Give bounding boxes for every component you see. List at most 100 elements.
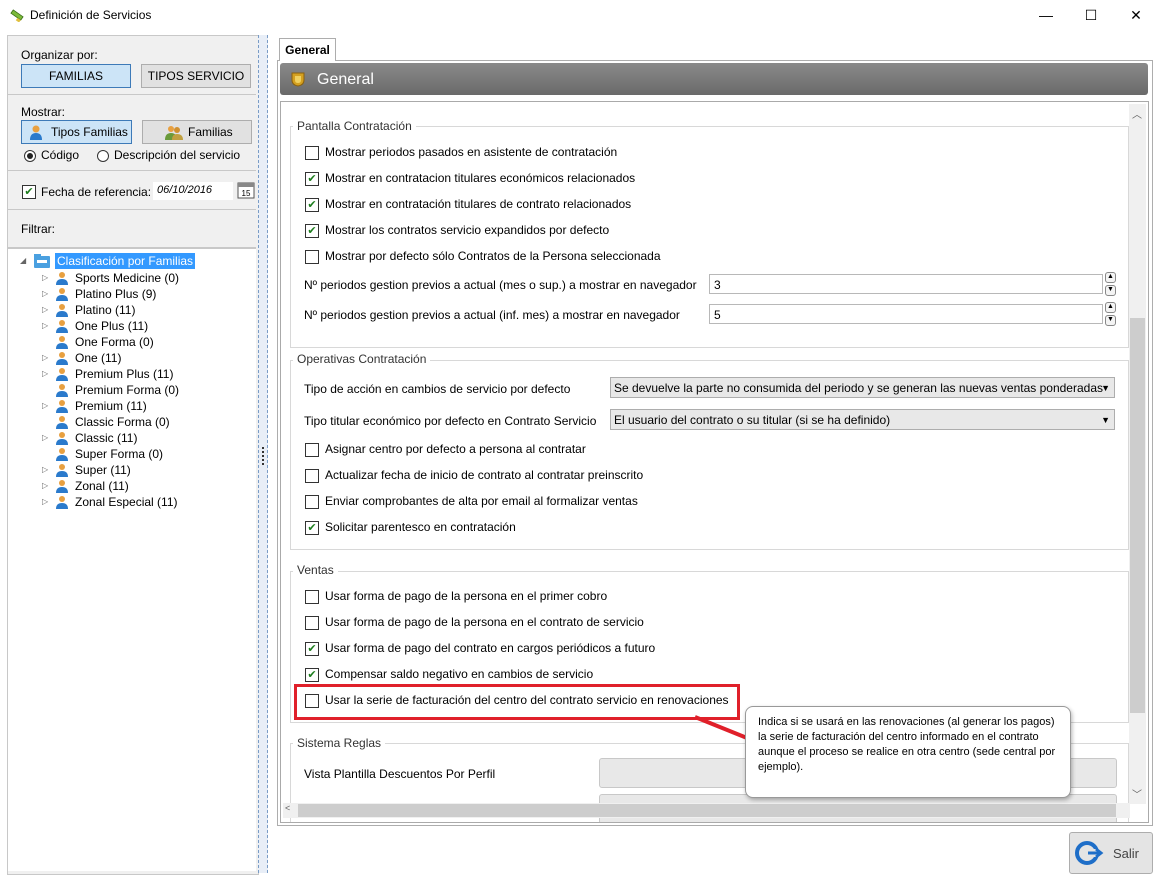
descripcion-radio[interactable] bbox=[97, 150, 109, 162]
down-arrow-icon[interactable]: ▼ bbox=[1105, 315, 1116, 326]
scroll-up-icon[interactable]: ︿ bbox=[1132, 106, 1142, 121]
horizontal-scroll-thumb[interactable] bbox=[298, 804, 1116, 817]
up-arrow-icon[interactable]: ▲ bbox=[1105, 272, 1116, 283]
tab-general[interactable]: General bbox=[279, 38, 336, 61]
np1-spinner[interactable]: ▲ ▼ bbox=[1105, 272, 1116, 296]
person-icon bbox=[56, 496, 68, 509]
exit-icon bbox=[1075, 841, 1104, 865]
tree-item[interactable]: ▷ One Plus (11) bbox=[8, 318, 256, 334]
organizar-label: Organizar por: bbox=[21, 48, 98, 62]
tree-item[interactable]: ▷ Premium (11) bbox=[8, 398, 256, 414]
tree-item-label: Super (11) bbox=[75, 463, 131, 477]
checkbox[interactable]: ✔ bbox=[305, 198, 319, 212]
tree-root-label: Clasificación por Familias bbox=[55, 253, 196, 269]
checkbox-label: Actualizar fecha de inicio de contrato a… bbox=[325, 468, 644, 482]
checkbox[interactable]: ✔ bbox=[305, 642, 319, 656]
tree-item-label: Zonal Especial (11) bbox=[75, 495, 178, 509]
tipo-accion-dropdown[interactable]: Se devuelve la parte no consumida del pe… bbox=[610, 377, 1115, 398]
vertical-scroll-thumb[interactable] bbox=[1130, 318, 1145, 713]
family-tree[interactable]: ◢ Clasificación por Familias ▷ Sports Med… bbox=[8, 248, 256, 871]
up-arrow-icon[interactable]: ▲ bbox=[1105, 302, 1116, 313]
tree-item[interactable]: ▷ Super (11) bbox=[8, 462, 256, 478]
scroll-left-icon[interactable]: < bbox=[285, 803, 290, 813]
tree-item[interactable]: ▷ Zonal (11) bbox=[8, 478, 256, 494]
tree-item[interactable]: ▷ Zonal Especial (11) bbox=[8, 494, 256, 510]
familias-view-button[interactable]: Familias bbox=[142, 120, 252, 144]
close-button[interactable]: ✕ bbox=[1113, 0, 1159, 30]
pantalla-title: Pantalla Contratación bbox=[293, 119, 416, 133]
np1-input[interactable]: 3 bbox=[709, 274, 1103, 294]
tree-item[interactable]: ▷ Sports Medicine (0) bbox=[8, 270, 256, 286]
checkbox[interactable]: ✔ bbox=[305, 668, 319, 682]
tree-item-label: One Plus (11) bbox=[75, 319, 149, 333]
section-header bbox=[280, 63, 1148, 95]
checkbox-label: Enviar comprobantes de alta por email al… bbox=[325, 494, 638, 508]
tree-item[interactable]: Premium Forma (0) bbox=[8, 382, 256, 398]
familias-button[interactable]: FAMILIAS bbox=[21, 64, 131, 88]
splitter-grip-icon[interactable] bbox=[262, 447, 266, 465]
tree-item[interactable]: ▷ Platino Plus (9) bbox=[8, 286, 256, 302]
checkbox[interactable] bbox=[305, 616, 319, 630]
expand-arrow-icon[interactable]: ▷ bbox=[42, 462, 50, 478]
checkbox[interactable]: ✔ bbox=[305, 172, 319, 186]
checkbox[interactable] bbox=[305, 146, 319, 160]
maximize-button[interactable]: ☐ bbox=[1068, 0, 1114, 30]
expand-arrow-icon[interactable]: ▷ bbox=[42, 350, 50, 366]
checkbox[interactable] bbox=[305, 590, 319, 604]
tree-item[interactable]: Super Forma (0) bbox=[8, 446, 256, 462]
codigo-label: Código bbox=[41, 148, 80, 162]
checkbox[interactable] bbox=[305, 250, 319, 264]
app-icon bbox=[10, 9, 24, 22]
expand-arrow-icon[interactable]: ▷ bbox=[42, 270, 50, 286]
checkbox[interactable]: ✔ bbox=[305, 224, 319, 238]
expand-arrow-icon[interactable]: ▷ bbox=[42, 366, 50, 382]
tree-item-label: Zonal (11) bbox=[75, 479, 129, 493]
tree-item-label: One (11) bbox=[75, 351, 122, 365]
fecha-input[interactable]: 06/10/2016 bbox=[153, 182, 233, 200]
codigo-radio[interactable] bbox=[24, 150, 36, 162]
np2-input[interactable]: 5 bbox=[709, 304, 1103, 324]
down-arrow-icon[interactable]: ▼ bbox=[1105, 285, 1116, 296]
checkbox-label: Mostrar por defecto sólo Contratos de la… bbox=[325, 249, 661, 263]
tree-item[interactable]: ▷ Classic (11) bbox=[8, 430, 256, 446]
tipos-familias-button[interactable]: Tipos Familias bbox=[21, 120, 132, 144]
tipos-servicio-button[interactable]: TIPOS SERVICIO bbox=[141, 64, 251, 88]
tree-item[interactable]: One Forma (0) bbox=[8, 334, 256, 350]
fecha-checkbox[interactable]: ✔ bbox=[22, 185, 36, 199]
tree-item[interactable]: ▷ Platino (11) bbox=[8, 302, 256, 318]
checkbox[interactable] bbox=[305, 469, 319, 483]
expand-arrow-icon[interactable]: ▷ bbox=[42, 286, 50, 302]
expand-arrow-icon[interactable]: ▷ bbox=[42, 478, 50, 494]
checkbox[interactable] bbox=[305, 443, 319, 457]
collapse-arrow-icon[interactable]: ◢ bbox=[20, 253, 28, 269]
descripcion-label: Descripción del servicio bbox=[114, 148, 241, 162]
expand-arrow-icon[interactable]: ▷ bbox=[42, 430, 50, 446]
expand-arrow-icon[interactable]: ▷ bbox=[42, 318, 50, 334]
checkbox-label: Usar forma de pago del contrato en cargo… bbox=[325, 641, 656, 655]
tree-item-label: Sports Medicine (0) bbox=[75, 271, 180, 285]
ventas-title: Ventas bbox=[293, 563, 338, 577]
person-icon bbox=[56, 416, 68, 429]
tipo-titular-dropdown[interactable]: El usuario del contrato o su titular (si… bbox=[610, 409, 1115, 430]
scroll-down-icon[interactable]: ﹀ bbox=[1132, 786, 1142, 801]
np2-spinner[interactable]: ▲ ▼ bbox=[1105, 302, 1116, 326]
tree-root[interactable]: ◢ Clasificación por Familias bbox=[8, 253, 256, 269]
person-icon bbox=[56, 320, 68, 333]
shield-icon bbox=[291, 72, 305, 87]
salir-label: Salir bbox=[1113, 846, 1140, 861]
tree-item[interactable]: ▷ Premium Plus (11) bbox=[8, 366, 256, 382]
tree-item-label: Classic (11) bbox=[75, 431, 138, 445]
expand-arrow-icon[interactable]: ▷ bbox=[42, 302, 50, 318]
tree-item[interactable]: ▷ One (11) bbox=[8, 350, 256, 366]
checkbox[interactable] bbox=[305, 495, 319, 509]
checkbox[interactable]: ✔ bbox=[305, 521, 319, 535]
sistema-title: Sistema Reglas bbox=[293, 736, 386, 750]
person-icon bbox=[30, 125, 42, 140]
tree-item[interactable]: Classic Forma (0) bbox=[8, 414, 256, 430]
expand-arrow-icon[interactable]: ▷ bbox=[42, 494, 50, 510]
minimize-button[interactable]: — bbox=[1023, 0, 1069, 30]
expand-arrow-icon[interactable]: ▷ bbox=[42, 398, 50, 414]
tree-item-label: Platino Plus (9) bbox=[75, 287, 157, 301]
filtrar-section: Filtrar: bbox=[8, 210, 256, 248]
calendar-icon[interactable]: 15 bbox=[237, 181, 255, 199]
